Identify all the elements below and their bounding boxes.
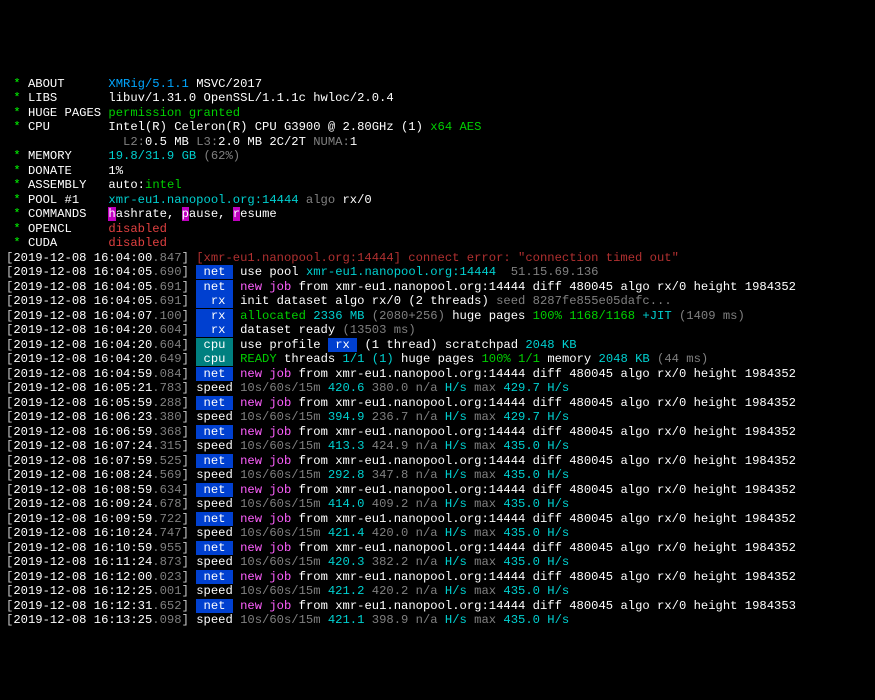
cpu-name: Intel(R) Celeron(R) CPU G3900 @ 2.80GHz …	[108, 120, 430, 134]
l2-value: 0.5 MB	[145, 135, 189, 149]
cmd-pause: ause,	[189, 207, 233, 221]
pool-value: xmr-eu1.nanopool.org:14444	[108, 193, 298, 207]
compiler: MSVC/2017	[189, 77, 262, 91]
pool-algo: rx/0	[342, 193, 371, 207]
cuda-value: disabled	[108, 236, 167, 250]
opencl-value: disabled	[108, 222, 167, 236]
cmd-resume: esume	[240, 207, 277, 221]
cmd-hashrate-key[interactable]: h	[108, 207, 115, 221]
hugepages-label: HUGE PAGES	[28, 106, 101, 120]
cpu-cores: 2C/2T	[262, 135, 306, 149]
memory-label: MEMORY	[28, 149, 72, 163]
memory-pct: (62%)	[204, 149, 241, 163]
l2-label: L2:	[123, 135, 145, 149]
app-name: XMRig/5.1.1	[108, 77, 188, 91]
cpu-label: CPU	[28, 120, 50, 134]
numa-value: 1	[350, 135, 357, 149]
cuda-label: CUDA	[28, 236, 57, 250]
opencl-label: OPENCL	[28, 222, 72, 236]
l3-label: L3:	[189, 135, 218, 149]
about-label: ABOUT	[28, 77, 65, 91]
assembly-label: ASSEMBLY	[28, 178, 87, 192]
cmd-pause-key[interactable]: p	[182, 207, 189, 221]
memory-value: 19.8/31.9	[108, 149, 181, 163]
pool-label: POOL #1	[28, 193, 79, 207]
donate-label: DONATE	[28, 164, 72, 178]
libs-value: libuv/1.31.0 OpenSSL/1.1.1c hwloc/2.0.4	[108, 91, 393, 105]
numa-label: NUMA:	[306, 135, 350, 149]
cpu-flags: x64 AES	[430, 120, 481, 134]
assembly-intel: intel	[145, 178, 182, 192]
pool-algo-label: algo	[299, 193, 343, 207]
libs-label: LIBS	[28, 91, 57, 105]
terminal-output: * ABOUT XMRig/5.1.1 MSVC/2017 * LIBS lib…	[6, 62, 869, 628]
log-lines: [2019-12-08 16:04:00.847] [xmr-eu1.nanop…	[6, 251, 869, 628]
commands-label: COMMANDS	[28, 207, 87, 221]
cmd-hashrate: ashrate,	[116, 207, 182, 221]
donate-value: 1%	[108, 164, 123, 178]
l3-value: 2.0 MB	[218, 135, 262, 149]
assembly-auto: auto:	[108, 178, 145, 192]
memory-unit: GB	[182, 149, 204, 163]
hugepages-value: permission granted	[108, 106, 240, 120]
